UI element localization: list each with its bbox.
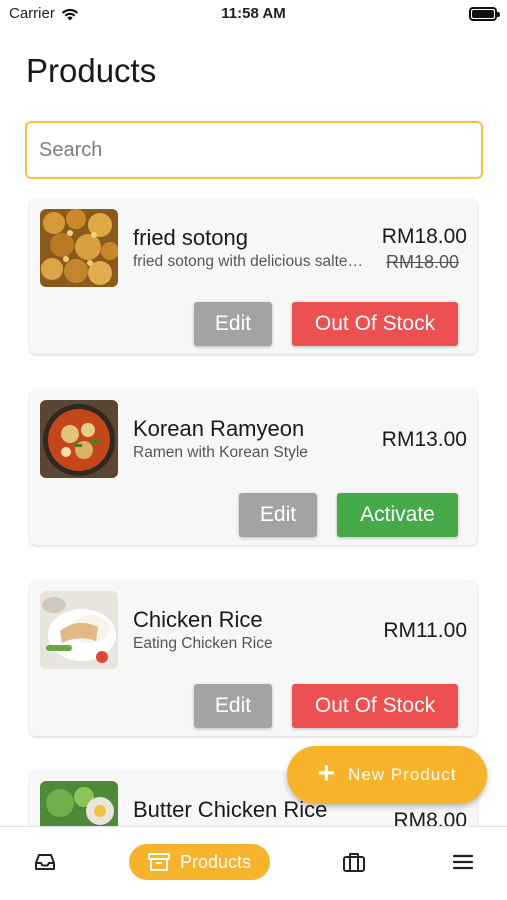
- plus-icon: +: [317, 756, 337, 790]
- tab-menu[interactable]: [443, 844, 483, 880]
- bottom-tab-bar: Products: [0, 826, 507, 900]
- status-bar: Carrier 11:58 AM: [0, 0, 507, 30]
- product-image: [40, 591, 118, 669]
- product-price: RM18.00: [381, 225, 467, 248]
- battery-icon: [469, 7, 500, 21]
- product-card: Chicken Rice Eating Chicken Rice RM11.00…: [30, 581, 477, 736]
- tab-products-label: Products: [179, 851, 252, 872]
- status-time: 11:58 AM: [221, 5, 286, 22]
- product-name: Chicken Rice: [133, 607, 263, 632]
- product-description: Ramen with Korean Style: [133, 444, 308, 461]
- product-name: Korean Ramyeon: [133, 416, 305, 441]
- edit-button[interactable]: Edit: [239, 493, 317, 537]
- product-original-price: RM18.00: [385, 252, 459, 272]
- new-product-label: New Product: [348, 765, 457, 784]
- briefcase-icon: [343, 853, 365, 872]
- edit-button[interactable]: Edit: [194, 684, 272, 728]
- product-description: Eating Chicken Rice: [133, 635, 273, 652]
- product-description: fried sotong with delicious salted egg: [133, 253, 365, 270]
- tab-inbox[interactable]: [26, 844, 64, 880]
- inbox-icon: [35, 854, 55, 870]
- product-card: fried sotong fried sotong with delicious…: [30, 199, 477, 354]
- search-input[interactable]: [25, 121, 483, 179]
- edit-button[interactable]: Edit: [194, 302, 272, 346]
- page-title: Products: [26, 52, 157, 89]
- new-product-button[interactable]: + New Product: [287, 746, 487, 804]
- product-price: RM13.00: [381, 428, 467, 451]
- product-image: [40, 400, 118, 478]
- out-of-stock-button[interactable]: Out Of Stock: [292, 302, 458, 346]
- product-card: Korean Ramyeon Ramen with Korean Style R…: [30, 390, 477, 545]
- product-name: Butter Chicken Rice: [133, 797, 328, 822]
- tab-products[interactable]: Products: [129, 844, 270, 880]
- product-price: RM11.00: [383, 619, 467, 642]
- activate-button[interactable]: Activate: [337, 493, 458, 537]
- product-image: [40, 209, 118, 287]
- tab-briefcase[interactable]: [334, 844, 374, 880]
- menu-icon: [452, 854, 474, 870]
- archive-box-icon: [147, 853, 170, 871]
- out-of-stock-button[interactable]: Out Of Stock: [292, 684, 458, 728]
- product-name: fried sotong: [133, 225, 248, 250]
